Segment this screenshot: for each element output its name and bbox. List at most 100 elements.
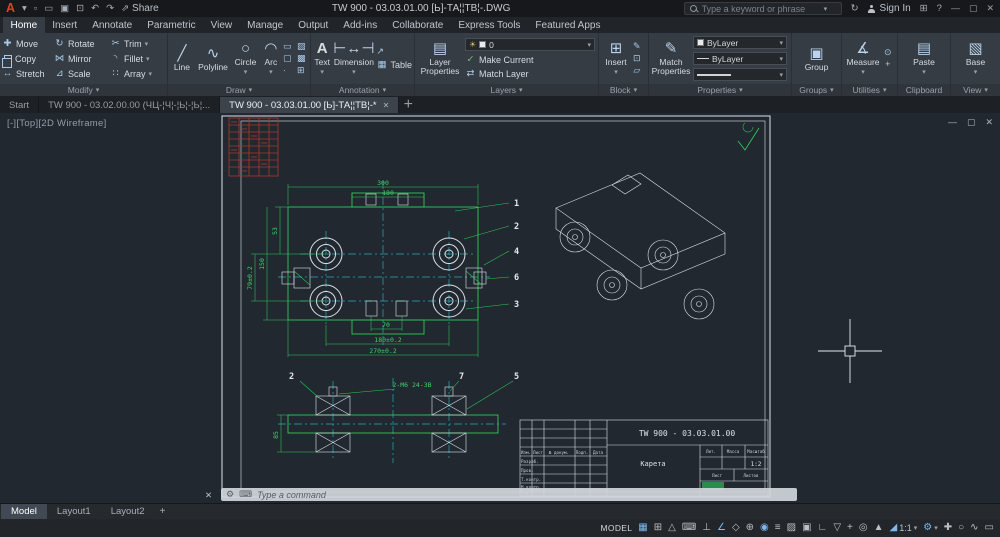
- ribbon-tab-featured-apps[interactable]: Featured Apps: [528, 17, 608, 33]
- panel-title-groups[interactable]: Groups▾: [792, 84, 841, 96]
- gizmo-icon[interactable]: +: [847, 523, 853, 533]
- viewport-controls[interactable]: [-][Top][2D Wireframe]: [7, 118, 107, 129]
- new-file-icon[interactable]: ▫: [34, 4, 37, 14]
- search-input[interactable]: [702, 4, 820, 14]
- fillet-button[interactable]: ◝Fillet▾: [110, 53, 162, 64]
- tab-model[interactable]: Model: [1, 504, 47, 519]
- panel-title-clipboard[interactable]: Clipboard: [898, 84, 950, 96]
- ellipse-icon[interactable]: ▢: [283, 54, 294, 63]
- base-view-button[interactable]: ▧Base▾: [960, 34, 992, 84]
- panel-title-utilities[interactable]: Utilities▾: [842, 84, 897, 96]
- move-button[interactable]: ✚Move: [2, 38, 54, 49]
- osnap-tracking-icon[interactable]: ⊕: [746, 523, 754, 533]
- dimension-button[interactable]: ⊢↔⊣Dimension▾: [333, 34, 374, 84]
- selection-filter-icon[interactable]: ▽: [833, 523, 841, 533]
- ribbon-tab-manage[interactable]: Manage: [240, 17, 291, 33]
- panel-title-properties[interactable]: Properties▾: [649, 84, 791, 96]
- annotation-monitor-icon[interactable]: ✚: [944, 523, 952, 533]
- command-input[interactable]: [257, 490, 792, 500]
- annotation-visibility-icon[interactable]: ◎: [859, 523, 868, 533]
- selection-cycling-icon[interactable]: ▣: [802, 523, 811, 533]
- redo-icon[interactable]: ↷: [106, 4, 114, 14]
- app-store-icon[interactable]: ⊞: [920, 4, 928, 14]
- arc-button[interactable]: ◠Arc▾: [261, 34, 281, 84]
- graphics-performance-icon[interactable]: ∿: [970, 523, 978, 533]
- snap-mode-icon[interactable]: ⊞: [654, 523, 662, 533]
- open-file-icon[interactable]: ▭: [44, 4, 53, 14]
- group-button[interactable]: ▣Group: [800, 34, 834, 84]
- edit-block-icon[interactable]: ✎: [633, 42, 641, 51]
- plot-icon[interactable]: ⊡: [76, 4, 84, 14]
- close-icon[interactable]: ✕: [986, 3, 994, 14]
- ortho-icon[interactable]: ⊥: [702, 523, 711, 533]
- annotation-scale-control[interactable]: ◢ 1:1 ▾: [890, 523, 918, 533]
- copy-button[interactable]: Copy: [2, 53, 54, 64]
- dynamic-input-icon[interactable]: ⌨: [682, 523, 696, 533]
- linetype-dropdown[interactable]: ByLayer▾: [693, 52, 787, 65]
- isodraft-icon[interactable]: ◇: [732, 523, 740, 533]
- insert-block-button[interactable]: ⊞Insert▾: [601, 34, 631, 84]
- create-block-icon[interactable]: ⊡: [633, 54, 641, 63]
- ribbon-tab-collaborate[interactable]: Collaborate: [385, 17, 451, 33]
- id-point-icon[interactable]: ⊙: [884, 48, 892, 57]
- search-chevron-icon[interactable]: ▾: [824, 5, 828, 13]
- tab-layout2[interactable]: Layout2: [101, 504, 155, 519]
- ribbon-tab-output[interactable]: Output: [291, 17, 336, 33]
- panel-title-view[interactable]: View▾: [951, 84, 1000, 96]
- tab-layout1[interactable]: Layout1: [47, 504, 101, 519]
- polar-tracking-icon[interactable]: ∠: [717, 523, 726, 533]
- line-button[interactable]: ╱Line: [170, 34, 194, 84]
- multileader-icon[interactable]: ↗: [376, 47, 412, 56]
- match-properties-button[interactable]: ✎Match Properties: [651, 34, 691, 84]
- text-button[interactable]: AText▾: [313, 34, 331, 84]
- new-layout-button[interactable]: +: [155, 504, 171, 519]
- command-line-close-icon[interactable]: ✕: [205, 490, 212, 501]
- ribbon-tab-view[interactable]: View: [203, 17, 240, 33]
- table-button[interactable]: ▦Table: [376, 59, 412, 70]
- app-menu-chevron-icon[interactable]: ▾: [22, 4, 27, 14]
- model-space-toggle[interactable]: MODEL: [601, 523, 633, 533]
- undo-icon[interactable]: ↶: [91, 4, 99, 14]
- file-tab-doc2[interactable]: TW 900 - 03.03.01.00 [Ь]-ТА¦¦ТВ¦-*✕: [220, 97, 399, 113]
- sync-icon[interactable]: ↻: [851, 4, 859, 14]
- lineweight-dropdown[interactable]: ▾: [693, 68, 787, 81]
- circle-button[interactable]: ○Circle▾: [232, 34, 258, 84]
- isolate-objects-icon[interactable]: ○: [958, 523, 964, 533]
- gradient-icon[interactable]: ▩: [297, 54, 308, 63]
- command-line[interactable]: ⚙ ⌨: [221, 488, 797, 501]
- object-snap-icon[interactable]: ◉: [760, 523, 769, 533]
- viewport-restore-icon[interactable]: ▢: [967, 117, 976, 128]
- close-tab-icon[interactable]: ✕: [383, 101, 390, 110]
- trim-button[interactable]: ✂Trim▾: [110, 38, 162, 49]
- layer-dropdown[interactable]: ☀ 0 ▾: [465, 38, 595, 51]
- panel-title-block[interactable]: Block▾: [599, 84, 648, 96]
- region-icon[interactable]: ⊞: [297, 66, 308, 75]
- autocad-logo-icon[interactable]: A: [6, 2, 15, 15]
- layer-properties-button[interactable]: ▤Layer Properties: [417, 34, 463, 84]
- save-icon[interactable]: ▣: [60, 4, 69, 14]
- sign-in-button[interactable]: Sign In: [868, 3, 911, 14]
- drawing-area[interactable]: 300 180 53 150 79±0.2 70 180±0.2 270±0.2: [0, 113, 1000, 503]
- panel-title-annotation[interactable]: Annotation▾: [311, 84, 414, 96]
- polyline-button[interactable]: ∿Polyline: [196, 34, 230, 84]
- paste-button[interactable]: ▤Paste▾: [907, 34, 941, 84]
- match-layer-button[interactable]: ⇄Match Layer: [465, 68, 595, 79]
- new-tab-button[interactable]: +: [399, 97, 417, 113]
- hatch-icon[interactable]: ▨: [297, 42, 308, 51]
- ribbon-tab-annotate[interactable]: Annotate: [85, 17, 140, 33]
- mirror-button[interactable]: ⋈Mirror: [54, 53, 110, 64]
- array-button[interactable]: ∷Array▾: [110, 68, 162, 79]
- panel-title-modify[interactable]: Modify▾: [0, 84, 167, 96]
- point-icon[interactable]: ∙: [283, 66, 294, 75]
- file-tab-doc1[interactable]: TW 900 - 03.02.00.00 (ЧЦ-¦Ч¦-¦Ь¦-¦Ь¦...: [39, 97, 220, 113]
- ribbon-tab-home[interactable]: Home: [3, 17, 45, 33]
- workspace-switching[interactable]: ⚙ ▾: [923, 523, 937, 533]
- autoscale-icon[interactable]: ▲: [874, 523, 884, 533]
- model-space-canvas[interactable]: 300 180 53 150 79±0.2 70 180±0.2 270±0.2: [0, 113, 1000, 503]
- stretch-button[interactable]: ↔Stretch: [2, 68, 54, 79]
- ribbon-tab-express-tools[interactable]: Express Tools: [451, 17, 528, 33]
- panel-title-layers[interactable]: Layers▾: [415, 84, 598, 96]
- clean-screen-icon[interactable]: ▭: [985, 523, 994, 533]
- ribbon-tab-addins[interactable]: Add-ins: [336, 17, 385, 33]
- file-tab-start[interactable]: Start: [0, 97, 39, 113]
